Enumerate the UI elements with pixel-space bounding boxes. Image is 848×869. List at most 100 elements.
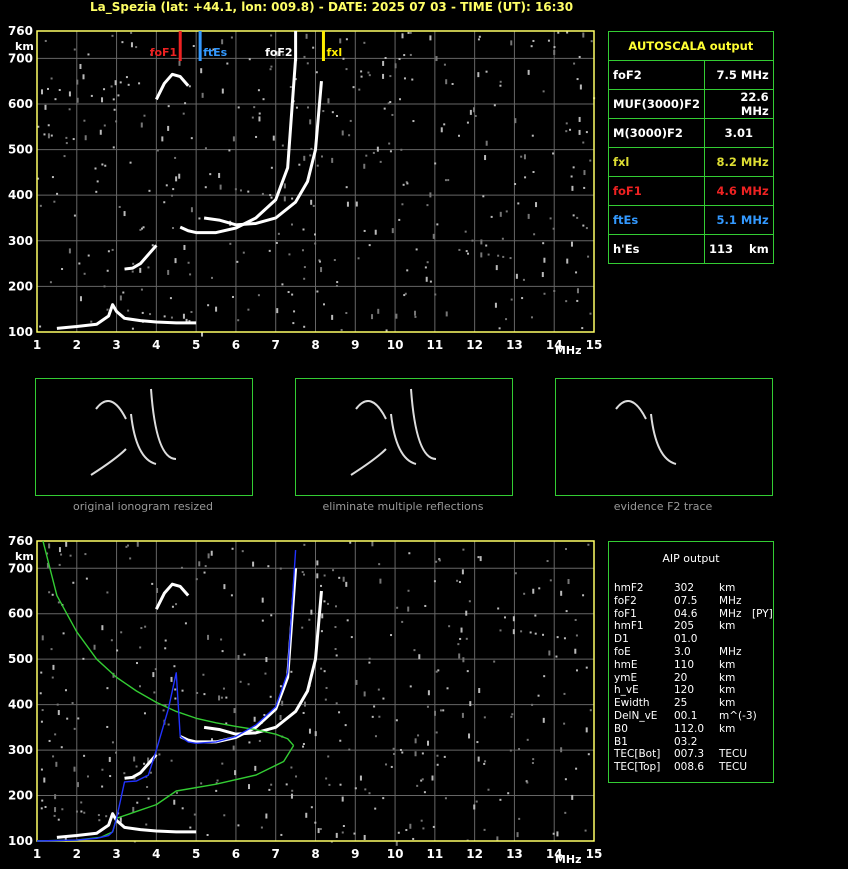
noise-dot <box>359 775 362 781</box>
noise-dot <box>109 775 112 778</box>
noise-dot <box>149 771 152 774</box>
aip-unit: TECU <box>719 748 748 761</box>
noise-dot <box>48 591 51 594</box>
noise-dot <box>341 796 344 802</box>
noise-dot <box>72 581 75 584</box>
y-tick-label: 500 <box>8 652 33 666</box>
noise-dot <box>51 676 54 679</box>
noise-dot <box>152 672 155 678</box>
noise-dot <box>207 553 210 559</box>
aip-unit: MHz <box>719 646 742 658</box>
noise-dot <box>50 648 53 651</box>
noise-dot <box>170 759 173 762</box>
noise-dot <box>111 741 114 744</box>
noise-dot <box>261 619 264 622</box>
noise-dot <box>483 828 486 831</box>
noise-dot <box>552 832 555 835</box>
noise-dot <box>167 723 170 726</box>
noise-dot <box>433 580 436 583</box>
noise-dot <box>66 717 69 720</box>
y-tick-label: 200 <box>8 789 33 803</box>
noise-dot <box>310 609 313 615</box>
autoscala-output-table: AUTOSCALA output foF2 7.5 MHz MUF(3000)F2… <box>607 31 774 264</box>
noise-dot <box>344 724 347 727</box>
aip-unit: km <box>719 671 736 684</box>
noise-dot <box>239 680 242 683</box>
noise-dot <box>582 594 585 597</box>
noise-dot <box>193 813 196 816</box>
aip-unit: km <box>719 722 736 735</box>
aip-name: hmE <box>614 658 638 671</box>
noise-dot <box>435 670 438 673</box>
noise-dot <box>574 648 577 654</box>
noise-dot <box>585 727 588 733</box>
aip-unit: MHz <box>719 594 742 607</box>
noise-dot <box>61 808 64 811</box>
noise-dot <box>139 685 142 688</box>
noise-dot <box>585 666 588 669</box>
noise-dot <box>301 571 304 574</box>
noise-dot <box>195 578 198 581</box>
noise-dot <box>401 751 404 754</box>
noise-dot <box>477 556 480 559</box>
noise-dot <box>373 705 376 708</box>
noise-dot <box>80 801 83 804</box>
noise-dot <box>57 710 60 716</box>
noise-dot <box>407 589 410 592</box>
noise-dot <box>466 670 469 673</box>
noise-dot <box>499 798 502 801</box>
x-tick-label: 1 <box>33 847 41 861</box>
noise-dot <box>93 644 96 650</box>
noise-dot <box>335 654 338 657</box>
noise-dot <box>220 696 223 699</box>
aip-unit: km <box>719 684 736 697</box>
noise-dot <box>382 797 385 800</box>
noise-dot <box>260 826 263 829</box>
noise-dot <box>334 648 337 651</box>
noise-dot <box>40 671 43 674</box>
noise-dot <box>115 751 118 754</box>
noise-dot <box>417 734 420 737</box>
noise-dot <box>368 792 371 795</box>
noise-dot <box>534 632 537 635</box>
y-tick-label: 600 <box>8 607 33 621</box>
autoscala-row: MUF(3000)F2 22.6 MHz <box>607 89 774 119</box>
noise-dot <box>512 616 515 622</box>
noise-dot <box>215 789 218 792</box>
noise-dot <box>538 587 541 590</box>
aip-name: foE <box>614 646 631 658</box>
noise-dot <box>462 657 465 663</box>
noise-dot <box>216 779 219 782</box>
aip-value: 120 <box>674 684 695 697</box>
noise-dot <box>328 783 331 786</box>
noise-dot <box>181 689 184 692</box>
noise-dot <box>409 823 412 829</box>
aip-name: Ewidth <box>614 697 650 710</box>
noise-dot <box>116 649 119 652</box>
noise-dot <box>203 693 206 696</box>
noise-dot <box>207 634 210 640</box>
noise-dot <box>342 576 345 582</box>
noise-dot <box>301 626 304 629</box>
noise-dot <box>158 753 161 756</box>
autoscala-param: h'Es <box>607 234 706 264</box>
noise-dot <box>75 810 78 813</box>
noise-dot <box>446 687 449 690</box>
noise-dot <box>348 748 351 751</box>
aip-name: foF2 <box>614 594 637 607</box>
noise-dot <box>52 755 55 758</box>
noise-dot <box>143 712 146 715</box>
noise-dot <box>52 664 55 670</box>
noise-dot <box>477 756 480 762</box>
autoscala-row: foF1 4.6 MHz <box>607 176 774 206</box>
aip-value: 25 <box>674 697 688 710</box>
noise-dot <box>164 647 167 650</box>
noise-dot <box>461 569 464 575</box>
noise-dot <box>543 675 546 678</box>
noise-dot <box>264 672 267 675</box>
aip-name: DelN_vE <box>614 710 658 722</box>
noise-dot <box>83 811 86 814</box>
noise-dot <box>431 775 434 781</box>
noise-dot <box>290 670 293 673</box>
noise-dot <box>54 733 57 736</box>
